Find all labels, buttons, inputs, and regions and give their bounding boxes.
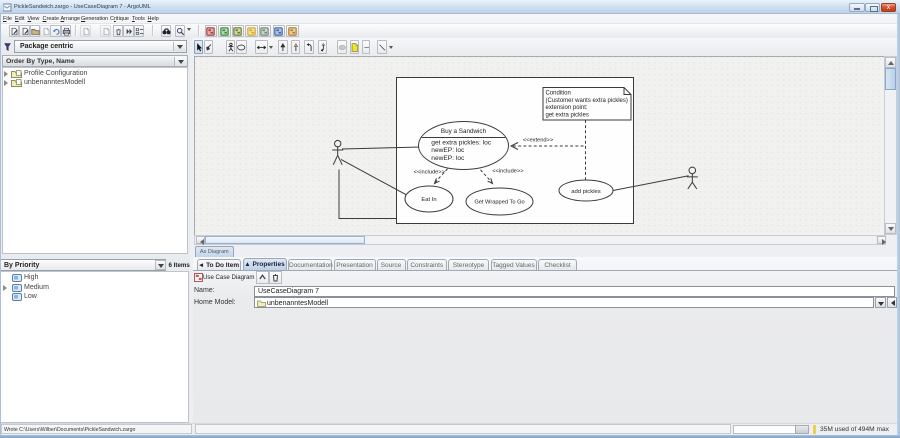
svg-text:<<include>>: <<include>> — [492, 169, 524, 175]
svg-text:Buy a Sandwich: Buy a Sandwich — [441, 128, 487, 135]
svg-text:<<extend>>: <<extend>> — [523, 138, 554, 144]
svg-text:extension point:: extension point: — [546, 105, 588, 111]
svg-text:add pickles: add pickles — [571, 189, 601, 195]
svg-text:get extra pickles: get extra pickles — [546, 113, 589, 119]
svg-text:Eat In: Eat In — [421, 197, 436, 203]
svg-text:newEP: loc: newEP: loc — [431, 147, 465, 154]
svg-text:(Customer wants extra pickles): (Customer wants extra pickles) — [546, 98, 628, 104]
svg-text:Condition: Condition — [546, 90, 571, 96]
svg-text:<<include>>: <<include>> — [414, 169, 446, 175]
svg-text:get extra pickles: loc: get extra pickles: loc — [431, 139, 491, 146]
svg-text:newEP: loc: newEP: loc — [431, 155, 465, 162]
svg-text:Get Wrapped To Go: Get Wrapped To Go — [474, 200, 524, 206]
